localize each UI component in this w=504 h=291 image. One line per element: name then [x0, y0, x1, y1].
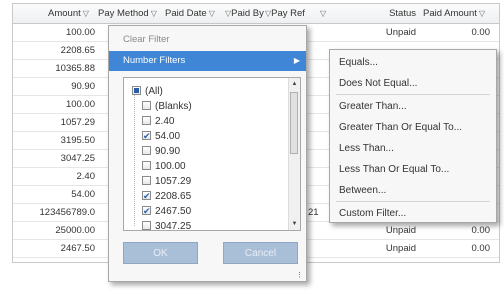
filter-funnel-icon[interactable]: ▽ — [151, 4, 157, 23]
number-filter-option[interactable]: Custom Filter... — [330, 205, 496, 223]
cancel-button[interactable]: Cancel — [223, 242, 298, 264]
amount-cell: 2208.65 — [60, 45, 95, 56]
ok-button[interactable]: OK — [123, 242, 198, 264]
column-header-pay-ref[interactable]: ▽Pay Ref — [263, 4, 305, 23]
resize-grip-icon[interactable]: ⋮ — [296, 271, 303, 279]
filter-value-label: 90.90 — [155, 146, 181, 157]
amount-cell: 1057.29 — [60, 117, 95, 128]
column-header-pay-method-label: Pay Method — [98, 8, 149, 19]
paid-amount-cell: 0.00 — [471, 243, 491, 254]
amount-cell: 90.90 — [71, 81, 95, 92]
amount-cell: 100.00 — [65, 27, 95, 38]
amount-cell: 2467.50 — [60, 243, 95, 254]
clear-filter-item[interactable]: Clear Filter — [109, 30, 306, 50]
column-header-paid-date-label: Paid Date — [165, 8, 207, 19]
number-filter-option[interactable]: Between... — [330, 182, 496, 200]
number-filter-option[interactable]: Greater Than... — [330, 98, 496, 116]
amount-cell: 2.40 — [76, 171, 96, 182]
number-filter-option[interactable]: Does Not Equal... — [330, 75, 496, 93]
amount-cell: 100.00 — [65, 99, 95, 110]
number-filter-option[interactable]: Equals... — [330, 54, 496, 72]
column-header-pay-ref-label: Pay Ref — [271, 8, 305, 19]
column-header-paid-amount[interactable]: Paid Amount ▽ — [423, 4, 485, 23]
scroll-thumb[interactable] — [290, 92, 298, 154]
number-filters-label: Number Filters — [123, 55, 186, 66]
checkbox[interactable] — [142, 189, 151, 204]
amount-cell: 54.00 — [71, 189, 95, 200]
checkbox[interactable] — [142, 204, 151, 219]
scroll-up-arrow-icon[interactable]: ▲ — [289, 78, 300, 90]
checkbox[interactable] — [142, 176, 151, 185]
checkbox[interactable] — [142, 101, 151, 110]
number-filter-option[interactable]: Less Than Or Equal To... — [330, 161, 496, 179]
status-cell: Unpaid — [385, 27, 416, 38]
filter-value-label: 2467.50 — [155, 206, 192, 217]
checkbox[interactable] — [142, 146, 151, 155]
column-header-paid-by-label: Paid By — [231, 8, 264, 19]
filter-value-label: (Blanks) — [155, 101, 192, 112]
number-filter-option[interactable]: Greater Than Or Equal To... — [330, 119, 496, 137]
filter-funnel-icon[interactable]: ▽ — [209, 4, 215, 23]
amount-cell: 3195.50 — [60, 135, 95, 146]
submenu-arrow-icon: ▶ — [293, 56, 300, 65]
column-header-amount[interactable]: Amount ▽ — [48, 4, 89, 23]
column-header-paid-by[interactable]: ▽Paid By — [223, 4, 264, 23]
menu-separator — [336, 94, 490, 95]
filter-funnel-icon[interactable]: ▽ — [320, 4, 326, 23]
column-header-status-label-wrap[interactable]: Status — [368, 4, 416, 23]
amount-cell: 123456789.0 — [39, 207, 95, 218]
tree-line — [134, 86, 135, 226]
column-header-pay-method[interactable]: Pay Method ▽ — [98, 4, 157, 23]
column-header-status[interactable]: ▽ — [318, 4, 326, 23]
paid-amount-cell: 0.00 — [471, 225, 491, 236]
column-header-paid-amount-label: Paid Amount — [423, 8, 477, 19]
filter-values-list[interactable]: (All) (Blanks) 2.40 54.00 90.90 100.00 1057.29… — [123, 77, 301, 231]
filter-value-label: 2.40 — [155, 116, 175, 127]
checkbox[interactable] — [132, 86, 141, 95]
checkbox[interactable] — [142, 129, 151, 144]
checkbox[interactable] — [142, 116, 151, 125]
number-filters-item[interactable]: Number Filters ▶ — [109, 51, 306, 71]
checkbox[interactable] — [142, 161, 151, 170]
grid-header: Amount ▽ Pay Method ▽ Paid Date ▽ ▽Paid By … — [13, 4, 499, 24]
filter-value-label: 1057.29 — [155, 176, 192, 187]
column-filter-popup: Clear Filter Number Filters ▶ (All) (Blan… — [108, 25, 307, 282]
filter-value-label: 2208.65 — [155, 191, 192, 202]
menu-separator — [336, 201, 490, 202]
number-filter-option[interactable]: Less Than... — [330, 140, 496, 158]
filter-value-label: (All) — [145, 86, 163, 97]
pay-ref-cell: 21 — [308, 207, 319, 218]
amount-cell: 3047.25 — [60, 153, 95, 164]
filter-funnel-icon[interactable]: ▽ — [83, 4, 89, 23]
paid-amount-cell: 0.00 — [471, 27, 491, 38]
filter-value-label: 100.00 — [155, 161, 186, 172]
column-header-status-label: Status — [389, 8, 416, 19]
amount-cell: 25000.00 — [55, 225, 95, 236]
column-header-amount-label: Amount — [48, 8, 81, 19]
column-header-paid-date[interactable]: Paid Date ▽ — [165, 4, 215, 23]
filter-value-label: 3047.25 — [155, 221, 192, 231]
number-filters-submenu: Equals... Does Not Equal... Greater Than..… — [329, 49, 497, 223]
scroll-down-arrow-icon[interactable]: ▼ — [289, 218, 300, 230]
checkbox[interactable] — [142, 221, 151, 230]
status-cell: Unpaid — [385, 243, 416, 254]
list-scrollbar[interactable]: ▲ ▼ — [288, 78, 300, 230]
status-cell: Unpaid — [385, 225, 416, 236]
filter-funnel-icon[interactable]: ▽ — [479, 4, 485, 23]
filter-value-label: 54.00 — [155, 131, 181, 142]
amount-cell: 10365.88 — [55, 63, 95, 74]
